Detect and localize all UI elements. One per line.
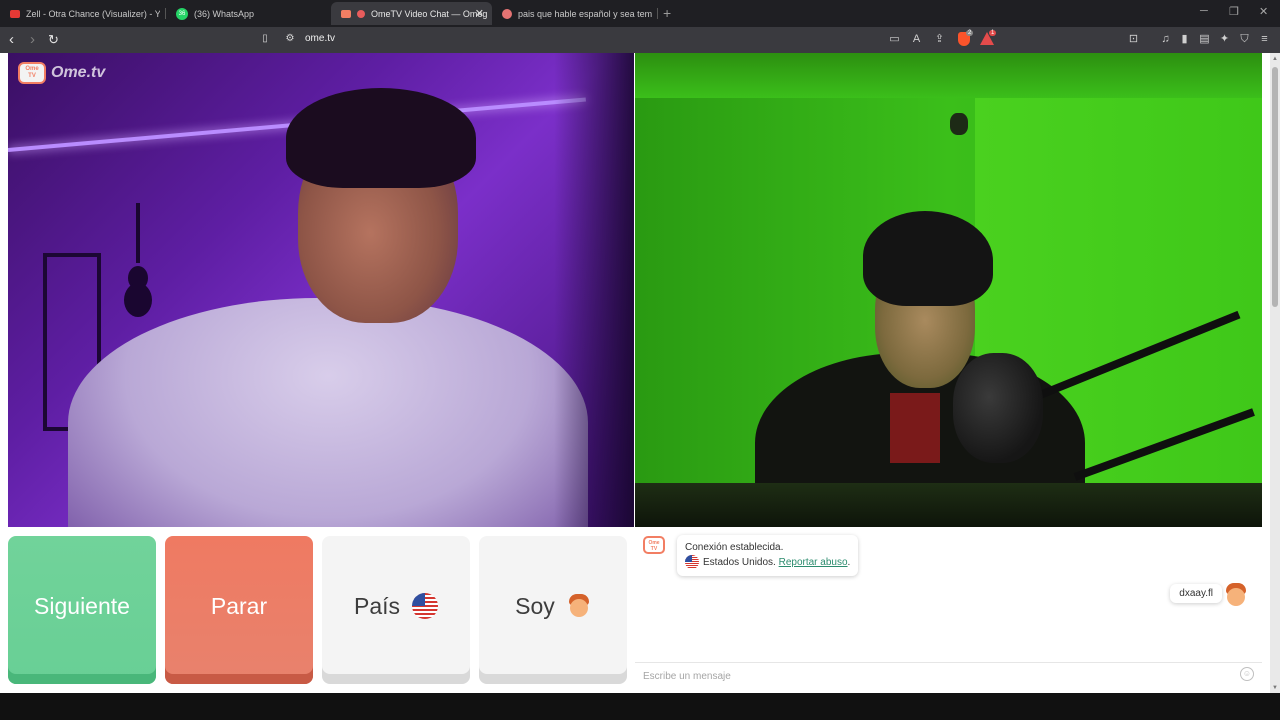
translate-icon[interactable]: A	[910, 33, 923, 46]
next-label: Siguiente	[34, 592, 130, 619]
cast-icon[interactable]: ▭	[888, 33, 901, 46]
tab-ometv[interactable]: OmeTV Video Chat — Omeg ✕	[331, 2, 492, 25]
leo-ai-icon[interactable]: ✦	[1218, 33, 1231, 46]
restore-icon[interactable]: ❐	[1229, 5, 1239, 18]
self-hair	[863, 211, 993, 306]
country-button[interactable]: País	[322, 536, 470, 684]
new-tab-button[interactable]: +	[663, 5, 671, 21]
stop-label: Parar	[210, 592, 268, 619]
media-icon[interactable]: ♫	[1159, 33, 1172, 46]
tab-youtube[interactable]: Zell - Otra Chance (Visualizer) - YouT	[0, 2, 160, 25]
report-abuse-link[interactable]: Reportar abuso	[779, 557, 848, 568]
emoji-picker-icon[interactable]: ☺	[1240, 667, 1254, 681]
chat-input-bar: ☺	[635, 662, 1262, 687]
message-input[interactable]	[641, 667, 1225, 685]
search-result-icon	[502, 8, 512, 19]
my-message: dxaay.fl	[1170, 584, 1222, 603]
us-flag-icon	[412, 593, 439, 619]
gender-label: Soy	[515, 592, 555, 619]
reload-icon[interactable]: ↻	[48, 31, 59, 49]
chat-panel: Ome TV Conexión establecida. Estados Unid…	[635, 528, 1262, 688]
youtube-icon	[10, 9, 20, 18]
tab-title: (36) WhatsApp	[194, 8, 255, 19]
screenshot-icon[interactable]: ⊡	[1127, 33, 1140, 46]
scroll-down-icon[interactable]: ▼	[1272, 685, 1278, 691]
site-info-icon[interactable]: ⚙	[284, 33, 296, 45]
address-bar[interactable]: ome.tv	[305, 33, 335, 44]
next-button[interactable]: Siguiente	[8, 536, 156, 684]
tab-title: Zell - Otra Chance (Visualizer) - YouT	[26, 8, 160, 19]
tab-strip: Zell - Otra Chance (Visualizer) - YouT 3…	[0, 0, 1280, 27]
country-label: País	[353, 592, 401, 619]
wall-camera	[950, 113, 968, 135]
system-message: Conexión establecida. Estados Unidos. Re…	[677, 535, 859, 576]
wallet-icon[interactable]: ▤	[1198, 33, 1211, 46]
scrollbar-thumb[interactable]	[1272, 67, 1278, 307]
tab-whatsapp[interactable]: 36 (36) WhatsApp	[166, 2, 326, 25]
close-tab-icon[interactable]: ✕	[475, 7, 484, 20]
recording-icon	[357, 9, 365, 18]
window-close-icon[interactable]: ✕	[1259, 5, 1268, 18]
tab-search[interactable]: pais que hable español y sea tempra	[492, 2, 652, 25]
partner-hair	[286, 88, 476, 188]
partner-video	[8, 53, 634, 527]
boy-emoji-icon	[567, 593, 591, 619]
partner-body	[68, 298, 588, 527]
us-flag-icon	[685, 555, 699, 570]
forward-icon[interactable]: ›	[30, 31, 35, 49]
browser-toolbar: ‹ › ↻ ▯ ⚙ ome.tv ▭ A ⇪ 2 1 ⊡ ♫ ▮ ▤ ✦ ⛉ ≡	[0, 27, 1280, 53]
whatsapp-icon: 36	[176, 7, 188, 20]
stop-button[interactable]: Parar	[165, 536, 313, 684]
ometv-chat-icon: Ome TV	[643, 536, 665, 554]
logo-wordmark: Ome.tv	[51, 64, 106, 81]
connection-status: Conexión establecida.	[685, 542, 784, 553]
rewards-badge: 1	[989, 30, 997, 36]
shields-count-badge: 2	[966, 30, 974, 36]
menu-icon[interactable]: ≡	[1258, 33, 1271, 46]
my-avatar-icon	[1224, 582, 1248, 608]
microphone	[953, 353, 1043, 463]
share-icon[interactable]: ⇪	[933, 33, 946, 46]
guitar-silhouette	[124, 203, 152, 317]
tv-logo-icon: Ome TV	[18, 62, 46, 84]
ometv-tab-icon	[341, 9, 351, 18]
vpn-shield-icon[interactable]: ⛉	[1238, 33, 1251, 46]
tab-title: OmeTV Video Chat — Omeg	[371, 8, 488, 19]
minimize-icon[interactable]: ─	[1200, 5, 1208, 17]
ometv-logo[interactable]: Ome TV Ome.tv	[18, 62, 105, 84]
sidebar-icon[interactable]: ▮	[1178, 33, 1191, 46]
tab-title: pais que hable español y sea tempra	[518, 8, 652, 19]
partner-country: Estados Unidos.	[703, 557, 776, 568]
page-scrollbar[interactable]: ▲ ▼	[1270, 53, 1280, 693]
bookmark-icon[interactable]: ▯	[259, 33, 271, 45]
self-video	[635, 53, 1262, 527]
gender-button[interactable]: Soy	[479, 536, 627, 684]
scroll-up-icon[interactable]: ▲	[1272, 56, 1278, 62]
back-icon[interactable]: ‹	[9, 31, 14, 49]
